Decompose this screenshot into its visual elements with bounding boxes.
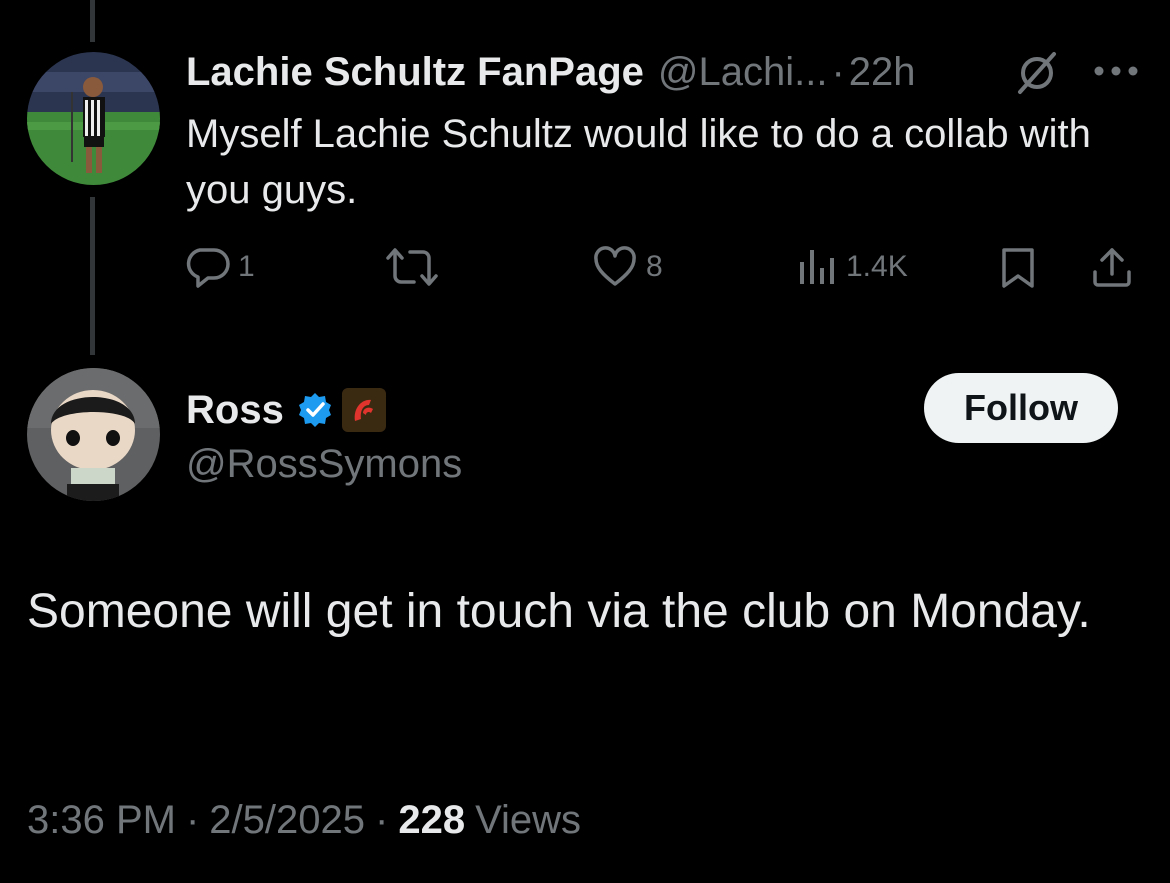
separator-dot: ·: [831, 49, 845, 94]
mute-icon[interactable]: [1014, 50, 1060, 101]
analytics-icon: [796, 246, 838, 288]
verified-badge-icon: [298, 393, 331, 427]
more-icon[interactable]: [1093, 64, 1139, 83]
parent-time[interactable]: 22h: [849, 50, 916, 95]
author-avatar[interactable]: [27, 368, 160, 501]
bookmark-icon: [998, 246, 1038, 290]
author-display-name[interactable]: Ross: [186, 388, 284, 433]
parent-author-row: Lachie Schultz FanPage @Lachi... · 22h: [186, 44, 916, 100]
share-icon: [1090, 246, 1134, 290]
separator-dot: ·: [375, 797, 389, 842]
share-button[interactable]: [1090, 246, 1134, 290]
retweet-button[interactable]: [384, 246, 448, 288]
retweet-icon: [384, 246, 440, 288]
views-button[interactable]: 1.4K: [796, 246, 908, 288]
reply-icon: [186, 246, 230, 288]
separator-dot: ·: [185, 797, 200, 842]
follow-button[interactable]: Follow: [924, 373, 1118, 443]
heart-icon: [592, 246, 638, 288]
like-count: 8: [646, 250, 663, 283]
parent-action-bar: 1 8 1.4K: [0, 242, 1170, 292]
tweet-time[interactable]: 3:36 PM: [27, 798, 176, 843]
like-button[interactable]: 8: [592, 246, 663, 288]
tweet-date[interactable]: 2/5/2025: [209, 798, 365, 843]
affiliate-badge-icon[interactable]: [341, 388, 386, 432]
views-label: Views: [475, 797, 582, 842]
reply-button[interactable]: 1: [186, 246, 255, 288]
tweet-meta: 3:36 PM · 2/5/2025 · 228 Views: [27, 792, 581, 848]
parent-display-name[interactable]: Lachie Schultz FanPage: [186, 50, 644, 95]
parent-handle[interactable]: @Lachi...: [658, 50, 828, 95]
parent-tweet-text: Myself Lachie Schultz would like to do a…: [186, 112, 1091, 212]
thread-line-top: [90, 0, 95, 42]
author-row: Ross: [186, 382, 386, 438]
reply-count: 1: [238, 250, 255, 283]
views-count-small: 1.4K: [846, 250, 908, 283]
author-handle[interactable]: @RossSymons: [186, 436, 462, 492]
tweet-text: Someone will get in touch via the club o…: [27, 585, 1091, 638]
views-count: 228: [398, 797, 466, 842]
bookmark-button[interactable]: [998, 246, 1038, 290]
parent-avatar[interactable]: [27, 52, 160, 185]
